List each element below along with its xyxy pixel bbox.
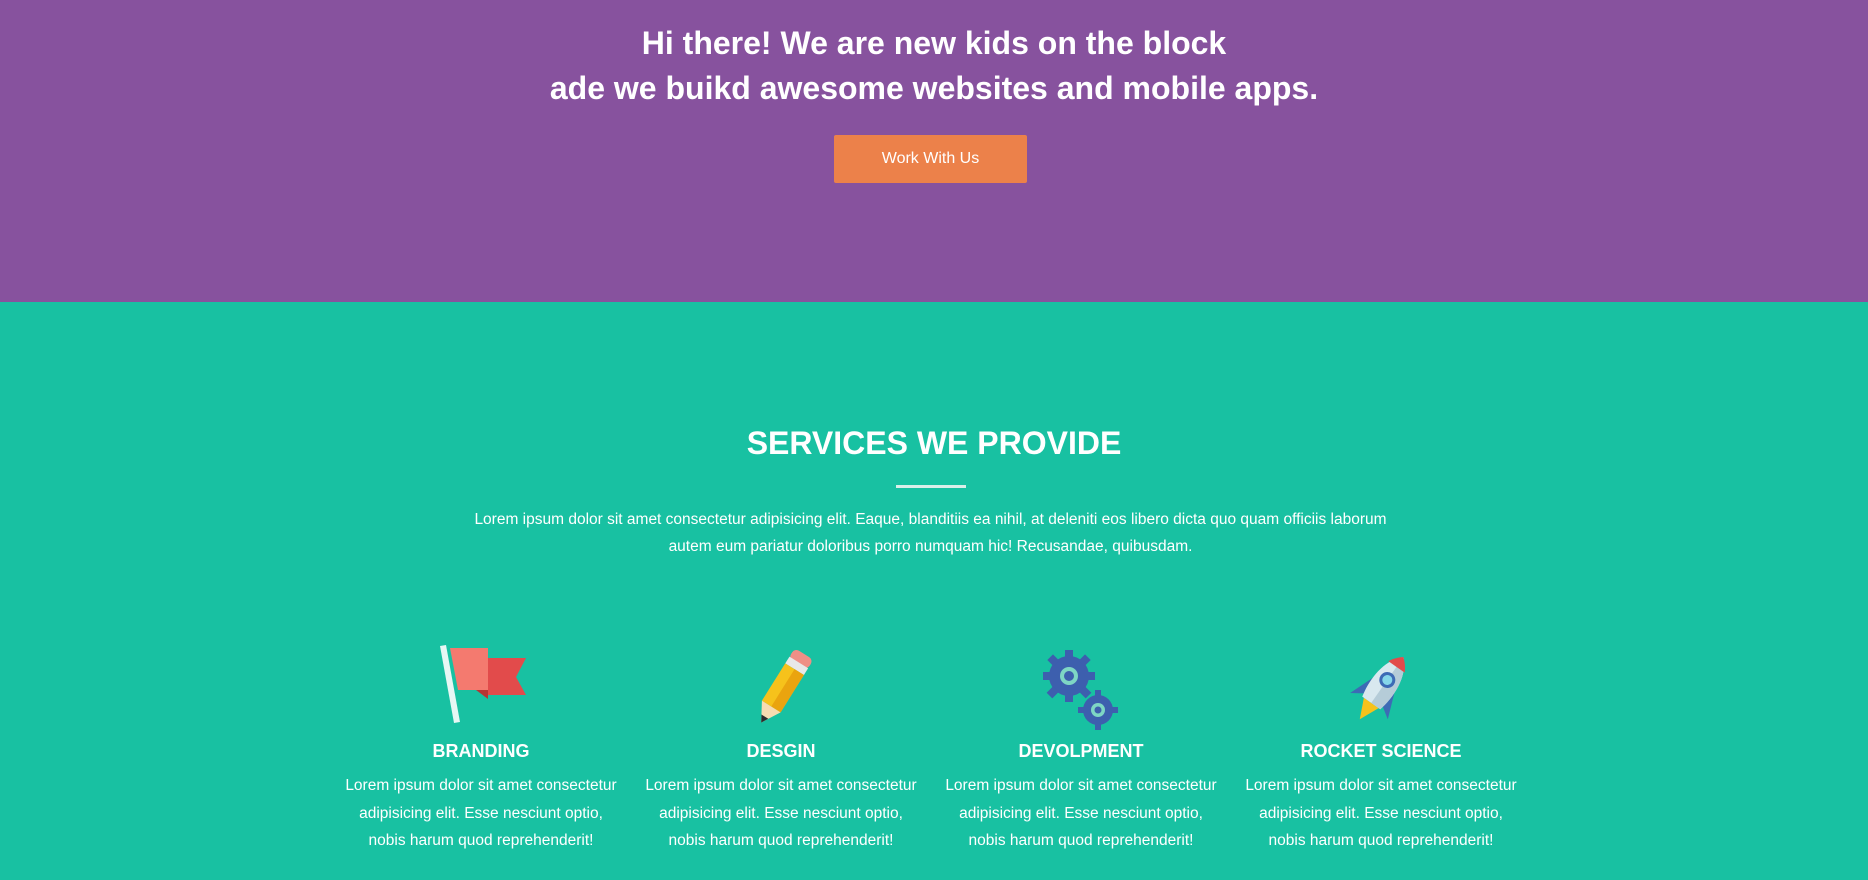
rocket-icon: [1241, 644, 1521, 734]
services-title: SERVICES WE PROVIDE: [746, 425, 1122, 461]
gears-icon: [941, 644, 1221, 734]
service-card-rocket-science: ROCKET SCIENCE Lorem ipsum dolor sit ame…: [1241, 644, 1521, 855]
flag-icon: [341, 644, 621, 734]
service-title: ROCKET SCIENCE: [1300, 741, 1462, 761]
services-intro: Lorem ipsum dolor sit amet consectetur a…: [474, 511, 1387, 555]
hero-headline-line1: Hi there! We are new kids on the block: [641, 25, 1227, 61]
service-text: Lorem ipsum dolor sit amet consectetur a…: [945, 777, 1217, 849]
hero-headline-line2: ade we buikd awesome websites and mobile…: [549, 70, 1319, 106]
pencil-icon: [641, 644, 921, 734]
service-card-branding: BRANDING Lorem ipsum dolor sit amet cons…: [341, 644, 621, 855]
service-text: Lorem ipsum dolor sit amet consectetur a…: [645, 777, 917, 849]
service-text: Lorem ipsum dolor sit amet consectetur a…: [345, 777, 617, 849]
service-title: DEVOLPMENT: [1018, 741, 1144, 761]
service-title: BRANDING: [432, 741, 530, 761]
services-section: SERVICES WE PROVIDE Lorem ipsum dolor si…: [0, 302, 1868, 880]
service-card-development: DEVOLPMENT Lorem ipsum dolor sit amet co…: [941, 644, 1221, 855]
service-title: DESGIN: [746, 741, 816, 761]
hero-section: Hi there! We are new kids on the block a…: [0, 0, 1868, 302]
service-card-design: DESGIN Lorem ipsum dolor sit amet consec…: [641, 644, 921, 855]
title-divider: [896, 485, 966, 488]
service-text: Lorem ipsum dolor sit amet consectetur a…: [1245, 777, 1517, 849]
work-with-us-button[interactable]: Work With Us: [834, 135, 1027, 183]
